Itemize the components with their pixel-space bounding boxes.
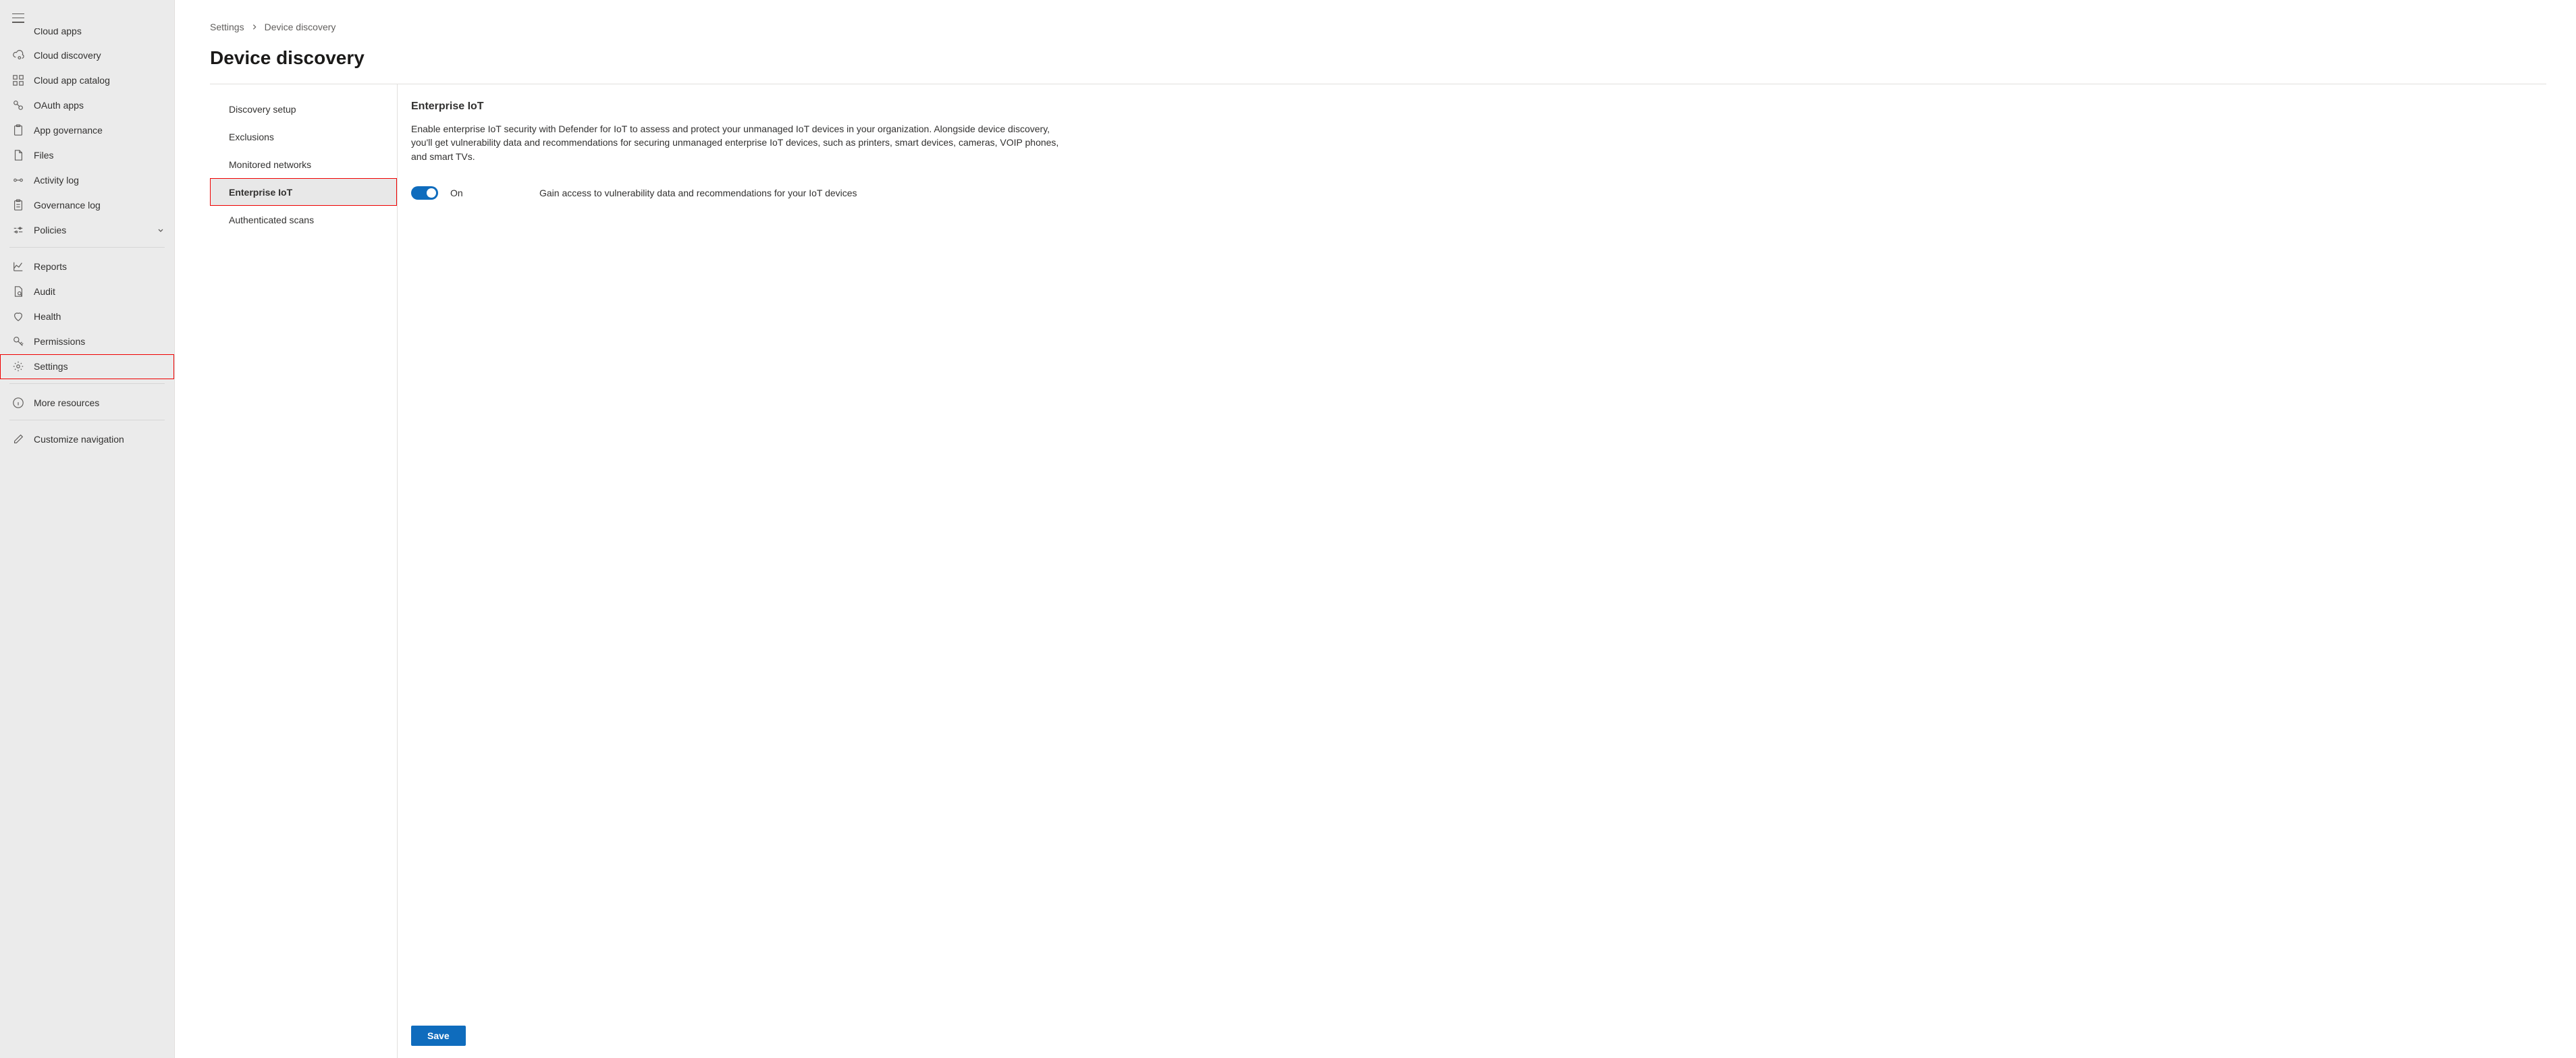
chevron-right-icon [251, 24, 258, 30]
subnav-item-enterprise-iot[interactable]: Enterprise IoT [210, 178, 397, 206]
hamburger-menu-button[interactable] [12, 13, 24, 23]
sidebar-item-label: Reports [34, 261, 165, 272]
sidebar-item-settings[interactable]: Settings [0, 354, 174, 379]
sidebar-item-label: Governance log [34, 200, 165, 211]
subnav-item-label: Authenticated scans [229, 215, 314, 225]
nav-group-cloud: Cloud apps Cloud discovery Cloud app cat… [0, 26, 174, 243]
sidebar-item-label: Activity log [34, 175, 165, 186]
sidebar-item-cloud-app-catalog[interactable]: Cloud app catalog [0, 68, 174, 93]
sidebar-item-label: Policies [34, 225, 147, 235]
sidebar-item-app-governance[interactable]: App governance [0, 118, 174, 143]
subnav-item-monitored-networks[interactable]: Monitored networks [210, 150, 397, 178]
sidebar-item-audit[interactable]: Audit [0, 279, 174, 304]
section-description: Enable enterprise IoT security with Defe… [411, 122, 1059, 163]
sidebar-item-reports[interactable]: Reports [0, 254, 174, 279]
clipboard-icon [12, 199, 24, 211]
toggle-description: Gain access to vulnerability data and re… [539, 188, 857, 198]
gear-icon [12, 360, 24, 372]
sidebar-item-cloud-apps[interactable]: Cloud apps [0, 28, 174, 43]
sidebar-item-label: Files [34, 150, 165, 161]
nav-group-resources: More resources [0, 388, 174, 416]
pencil-icon [12, 433, 24, 445]
sidebar-item-label: Cloud app catalog [34, 75, 165, 86]
page-title: Device discovery [210, 47, 2546, 69]
subnav-item-label: Exclusions [229, 132, 274, 142]
sidebar-item-label: Customize navigation [34, 434, 165, 445]
sidebar-item-cloud-discovery[interactable]: Cloud discovery [0, 43, 174, 68]
subnav-item-discovery-setup[interactable]: Discovery setup [210, 95, 397, 123]
enterprise-iot-toggle[interactable] [411, 186, 438, 200]
nav-group-customize: Customize navigation [0, 424, 174, 452]
reports-icon [12, 260, 24, 273]
cloud-apps-icon [12, 31, 24, 43]
nav-divider [9, 383, 165, 384]
info-icon [12, 397, 24, 409]
sidebar-item-label: Cloud discovery [34, 50, 165, 61]
breadcrumb-current: Device discovery [265, 22, 336, 32]
subnav-item-label: Discovery setup [229, 104, 296, 115]
sidebar-item-permissions[interactable]: Permissions [0, 329, 174, 354]
permissions-icon [12, 335, 24, 347]
section-title: Enterprise IoT [411, 101, 2541, 113]
nav-group-admin: Reports Audit Health Permissions [0, 252, 174, 379]
catalog-icon [12, 74, 24, 86]
subnav-item-label: Monitored networks [229, 159, 311, 170]
chevron-down-icon [157, 226, 165, 234]
sidebar-item-policies[interactable]: Policies [0, 218, 174, 243]
sidebar-item-label: Health [34, 311, 165, 322]
policies-icon [12, 224, 24, 236]
subnav-item-label: Enterprise IoT [229, 187, 292, 198]
toggle-state-label: On [450, 188, 491, 198]
settings-subnav: Discovery setup Exclusions Monitored net… [210, 84, 398, 1058]
footer-bar: Save [411, 1016, 2546, 1058]
breadcrumb: Settings Device discovery [210, 22, 2546, 32]
sidebar-item-health[interactable]: Health [0, 304, 174, 329]
left-nav-sidebar: Cloud apps Cloud discovery Cloud app cat… [0, 0, 175, 1058]
sidebar-item-label: Audit [34, 286, 165, 297]
subnav-item-authenticated-scans[interactable]: Authenticated scans [210, 206, 397, 233]
health-icon [12, 310, 24, 323]
sidebar-item-customize-navigation[interactable]: Customize navigation [0, 427, 174, 452]
toggle-row: On Gain access to vulnerability data and… [411, 186, 2541, 200]
sidebar-item-more-resources[interactable]: More resources [0, 391, 174, 416]
audit-icon [12, 285, 24, 298]
nav-divider [9, 247, 165, 248]
sidebar-item-label: More resources [34, 397, 165, 408]
breadcrumb-root-link[interactable]: Settings [210, 22, 244, 32]
sidebar-item-governance-log[interactable]: Governance log [0, 193, 174, 218]
files-icon [12, 149, 24, 161]
sidebar-item-label: App governance [34, 125, 165, 136]
cloud-discovery-icon [12, 49, 24, 61]
activity-icon [12, 174, 24, 186]
main-content: Settings Device discovery Device discove… [175, 0, 2576, 1058]
subnav-item-exclusions[interactable]: Exclusions [210, 123, 397, 150]
sidebar-item-activity-log[interactable]: Activity log [0, 168, 174, 193]
sidebar-item-label: OAuth apps [34, 100, 165, 111]
sidebar-item-label: Permissions [34, 336, 165, 347]
save-button[interactable]: Save [411, 1026, 466, 1046]
detail-pane: Enterprise IoT Enable enterprise IoT sec… [398, 84, 2546, 1058]
clipboard-icon [12, 124, 24, 136]
sidebar-item-label: Cloud apps [34, 28, 165, 36]
sidebar-item-label: Settings [34, 361, 165, 372]
sidebar-item-files[interactable]: Files [0, 143, 174, 168]
oauth-icon [12, 99, 24, 111]
sidebar-item-oauth-apps[interactable]: OAuth apps [0, 93, 174, 118]
